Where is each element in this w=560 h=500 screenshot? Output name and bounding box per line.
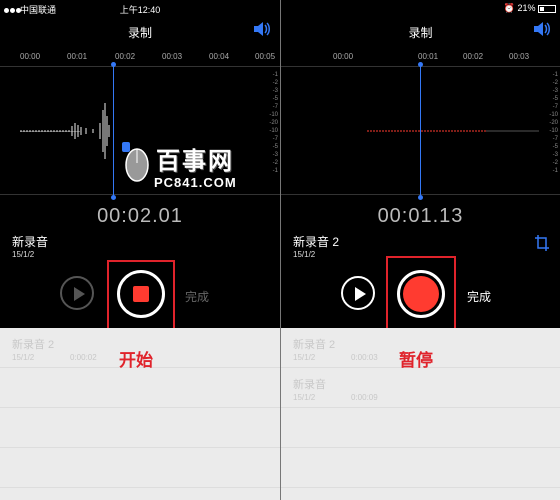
ruler-tick-label: 00:03 bbox=[509, 52, 530, 61]
battery-indicator: ⏰ 21% bbox=[504, 3, 556, 14]
battery-percent: 21% bbox=[517, 3, 536, 13]
ruler-tick-label: 00:02 bbox=[463, 52, 484, 61]
playhead[interactable] bbox=[418, 62, 423, 200]
list-item-empty bbox=[0, 448, 280, 488]
watermark-domain: PC841.COM bbox=[154, 175, 237, 190]
speaker-icon[interactable] bbox=[252, 21, 272, 42]
alarm-icon: ⏰ bbox=[503, 3, 515, 13]
ruler-tick-label: 00:04 bbox=[209, 52, 230, 61]
trim-icon[interactable] bbox=[534, 234, 550, 257]
watermark-logo: 百事网 PC841.COM bbox=[120, 135, 280, 195]
highlight-box bbox=[386, 256, 456, 334]
elapsed-time: 00:02.01 bbox=[97, 205, 183, 227]
ruler-tick-label: 00:01 bbox=[418, 52, 439, 61]
page-title: 录制 bbox=[127, 26, 152, 40]
highlight-box bbox=[107, 260, 175, 332]
done-button[interactable]: 完成 bbox=[467, 288, 491, 305]
caption-start: 开始 bbox=[119, 351, 153, 370]
time-ruler: 00:00 00:01 00:02 00:03 00:04 00:05 bbox=[0, 47, 280, 67]
list-item-name: 新录音 2 bbox=[12, 339, 55, 351]
ruler-tick-label: 00:01 bbox=[67, 52, 88, 61]
list-item-date: 15/1/2 bbox=[293, 393, 316, 402]
ruler-tick-label: 00:00 bbox=[333, 52, 354, 61]
list-item-empty bbox=[281, 408, 560, 448]
list-item-duration: 0:00:03 bbox=[351, 353, 378, 362]
recording-date: 15/1/2 bbox=[12, 250, 35, 259]
left-screenshot: 中国联通 上午12:40 录制 00:00 00:01 00:02 00:03 … bbox=[0, 0, 280, 500]
waveform bbox=[367, 130, 539, 132]
watermark-brand: 百事网 bbox=[156, 148, 234, 175]
speaker-icon[interactable] bbox=[532, 21, 552, 42]
right-screenshot: ⏰ 21% 录制 00:00 00:01 00:02 00:03 -1 -2 -3-… bbox=[281, 0, 560, 500]
elapsed-time: 00:01.13 bbox=[377, 205, 464, 227]
list-item-duration: 0:00:02 bbox=[70, 353, 97, 362]
list-item-duration: 0:00:09 bbox=[351, 393, 378, 402]
recording-date: 15/1/2 bbox=[293, 250, 316, 259]
list-item-name: 新录音 bbox=[293, 379, 326, 391]
list-item-empty bbox=[0, 408, 280, 448]
list-item-date: 15/1/2 bbox=[293, 353, 316, 362]
recording-name[interactable]: 新录音 bbox=[12, 233, 48, 250]
play-button[interactable] bbox=[60, 276, 94, 310]
play-button[interactable] bbox=[341, 276, 375, 310]
ruler-tick-label: 00:00 bbox=[20, 52, 41, 61]
db-scale: -1 -2 -3 -5 -7 -10 -20 -10 -7 -5 -3 -2 -1 bbox=[549, 72, 558, 174]
playhead[interactable] bbox=[111, 62, 116, 200]
ruler-tick-label: 00:03 bbox=[162, 52, 183, 61]
caption-pause: 暂停 bbox=[399, 351, 433, 370]
ruler-tick-label: 00:02 bbox=[115, 52, 136, 61]
page-title: 录制 bbox=[408, 26, 433, 40]
list-item[interactable]: 新录音 15/1/2 0:00:09 bbox=[281, 368, 560, 408]
mouse-mascot-icon bbox=[122, 142, 149, 182]
status-bar: 中国联通 上午12:40 bbox=[0, 0, 280, 16]
status-bar: ⏰ 21% bbox=[281, 0, 560, 16]
list-item-empty bbox=[0, 368, 280, 408]
recording-name[interactable]: 新录音 2 bbox=[293, 233, 339, 250]
status-time: 上午12:40 bbox=[119, 5, 161, 15]
ruler-tick-label: 00:05 bbox=[255, 52, 276, 61]
battery-icon bbox=[538, 4, 556, 13]
list-item-name: 新录音 2 bbox=[293, 339, 336, 351]
list-item-empty bbox=[281, 448, 560, 488]
list-item-date: 15/1/2 bbox=[12, 353, 35, 362]
done-button[interactable]: 完成 bbox=[185, 288, 209, 305]
